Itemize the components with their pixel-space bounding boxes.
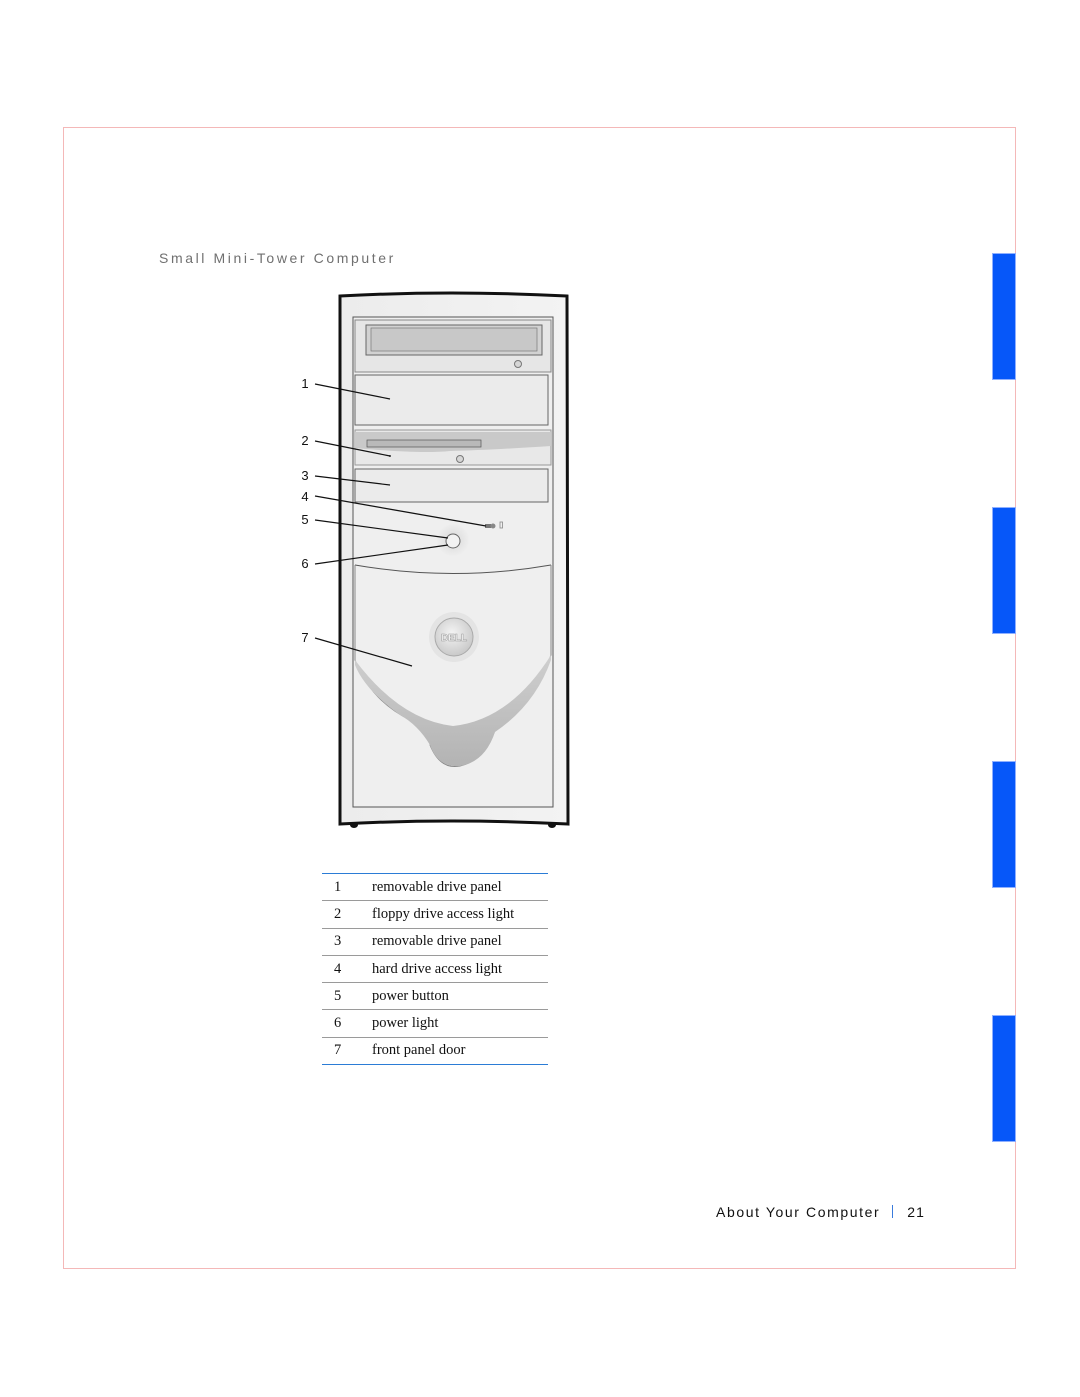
legend-row: 6 power light [322, 1009, 548, 1038]
callout-7: 7 [301, 630, 309, 645]
tower-illustration: DELL [314, 291, 570, 828]
computer-figure: DELL 1 2 3 4 5 6 7 [290, 280, 590, 840]
chapter-tab-1 [992, 253, 1016, 380]
legend-label: removable drive panel [372, 873, 548, 902]
chapter-tab-4 [992, 1015, 1016, 1142]
callout-legend-table: 1 removable drive panel 2 floppy drive acc… [322, 873, 548, 1066]
legend-number: 2 [322, 900, 372, 929]
floppy-eject-button [456, 455, 464, 463]
legend-label: floppy drive access light [372, 900, 548, 929]
logo-text: DELL [441, 633, 467, 644]
cd-eject-button [514, 360, 522, 368]
legend-number: 7 [334, 1042, 342, 1059]
callout-1: 1 [301, 376, 309, 391]
callout-2: 2 [301, 433, 309, 448]
footer-separator [892, 1205, 894, 1218]
floppy-slot [366, 439, 482, 448]
legend-label: power button [372, 982, 548, 1011]
legend-label: power light [372, 1009, 548, 1038]
foot-right [548, 822, 556, 828]
legend-number: 1 [322, 873, 372, 902]
callout-4: 4 [301, 489, 309, 504]
legend-number: 3 [322, 928, 372, 956]
chapter-tab-3 [992, 761, 1016, 888]
legend-label: removable drive panel [372, 928, 548, 956]
section-title: Small Mini-Tower Computer [159, 250, 396, 266]
removable-drive-panel-2 [354, 468, 549, 503]
foot-left [350, 822, 358, 828]
legend-label: front panel door [372, 1042, 466, 1059]
legend-label: hard drive access light [372, 955, 548, 984]
page-number: 21 [907, 1204, 925, 1220]
legend-row: 5 power button [322, 982, 548, 1011]
power-button [445, 533, 461, 549]
legend-row: 7 front panel door [322, 1037, 548, 1064]
legend-row: 2 floppy drive access light [322, 900, 548, 929]
footer-chapter-title: About Your Computer [716, 1204, 881, 1220]
legend-number: 4 [322, 955, 372, 984]
callout-6: 6 [301, 556, 309, 571]
legend-row: 1 removable drive panel [322, 873, 548, 902]
legend-number: 6 [322, 1009, 372, 1038]
removable-drive-panel-1 [354, 374, 549, 426]
chapter-tab-2 [992, 507, 1016, 634]
callout-5: 5 [301, 512, 309, 527]
legend-number: 5 [322, 982, 372, 1011]
legend-row: 3 removable drive panel [322, 928, 548, 956]
page-footer: About Your Computer 21 [716, 1204, 925, 1220]
legend-row: 4 hard drive access light [322, 955, 548, 984]
callout-3: 3 [301, 468, 309, 483]
